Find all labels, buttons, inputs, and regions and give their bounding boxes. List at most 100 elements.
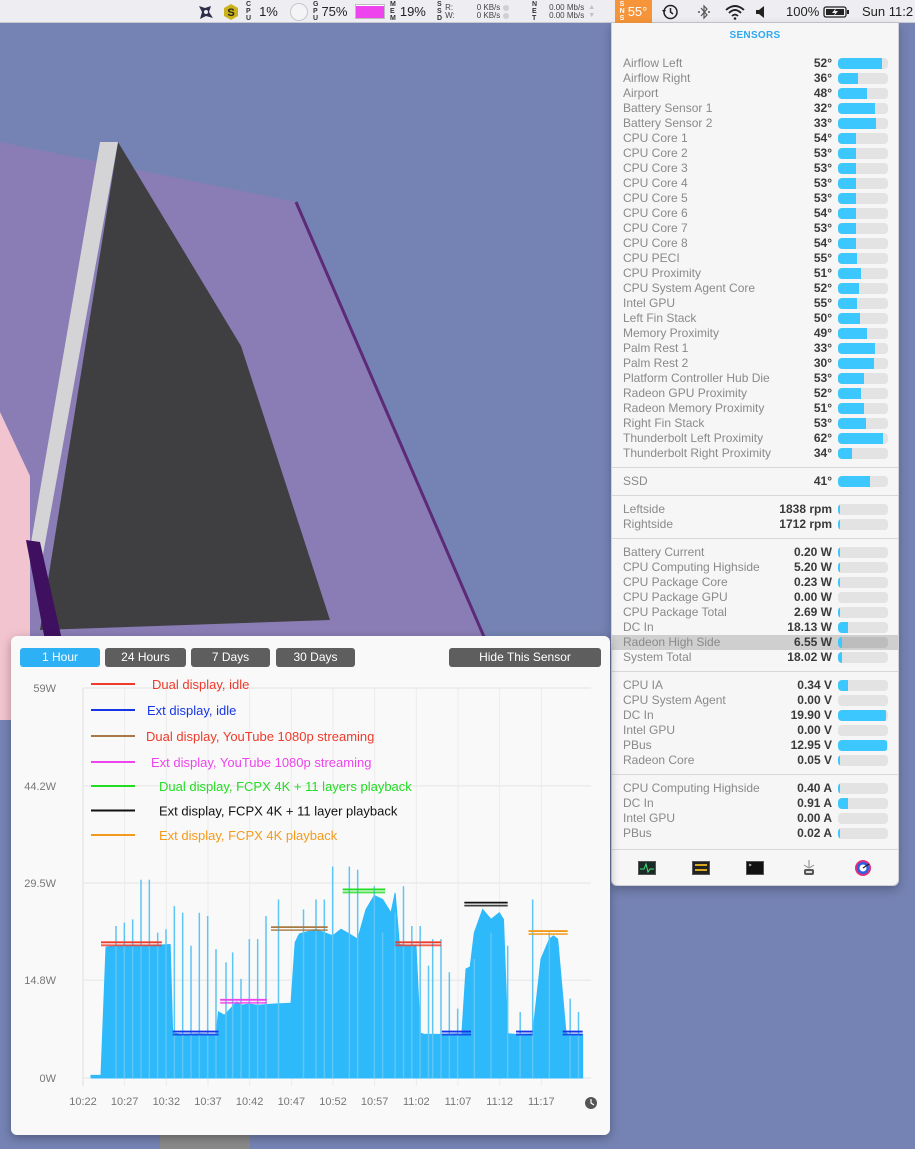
- sensor-row[interactable]: PBus 12.95 V: [612, 738, 898, 753]
- sensor-row[interactable]: Right Fin Stack 53°: [612, 416, 898, 431]
- s-badge-icon: S: [224, 3, 238, 20]
- sensor-name: Battery Sensor 1: [623, 101, 713, 115]
- sensor-row[interactable]: Airflow Right 36°: [612, 71, 898, 86]
- terminal-icon[interactable]: [746, 860, 764, 876]
- sensor-row[interactable]: CPU Core 8 54°: [612, 236, 898, 251]
- wifi-menu[interactable]: [725, 0, 745, 23]
- sensor-row[interactable]: CPU Package Total 2.69 W: [612, 605, 898, 620]
- sensor-row[interactable]: CPU Core 7 53°: [612, 221, 898, 236]
- sensor-name: Palm Rest 2: [623, 356, 689, 370]
- download-arrow-icon: ▼: [588, 11, 596, 19]
- sensor-row[interactable]: CPU Core 5 53°: [612, 191, 898, 206]
- menubar-mem[interactable]: MEM 19%: [355, 0, 426, 23]
- sensor-level-fill: [838, 710, 886, 721]
- sensor-value: 30°: [813, 356, 832, 370]
- sensor-row[interactable]: DC In 0.91 A: [612, 796, 898, 811]
- x-tick-label: 10:42: [236, 1096, 264, 1108]
- sensor-level-fill: [838, 607, 840, 618]
- sensor-level-bar: [838, 253, 888, 264]
- sensor-row[interactable]: CPU Core 3 53°: [612, 161, 898, 176]
- sensor-name: Battery Current: [623, 545, 705, 559]
- sensor-row[interactable]: Intel GPU 55°: [612, 296, 898, 311]
- menubar-sensor[interactable]: SNS 55°: [615, 0, 652, 23]
- sensor-row[interactable]: Battery Sensor 2 33°: [612, 116, 898, 131]
- volume-menu[interactable]: [755, 0, 767, 23]
- menubar-net[interactable]: NET 0.00 Mb/s 0.00 Mb/s ▲ ▼: [532, 0, 595, 23]
- sensor-name: CPU Package GPU: [623, 590, 728, 604]
- sensor-level-bar: [838, 193, 888, 204]
- sensor-level-bar: [838, 680, 888, 691]
- sensor-row[interactable]: CPU Core 4 53°: [612, 176, 898, 191]
- sensor-row[interactable]: Radeon GPU Proximity 52°: [612, 386, 898, 401]
- system-information-icon[interactable]: [800, 859, 818, 876]
- legend-label: Dual display, YouTube 1080p streaming: [146, 729, 374, 744]
- sensor-row[interactable]: Palm Rest 2 30°: [612, 356, 898, 371]
- clock-icon[interactable]: [585, 1097, 597, 1109]
- clock[interactable]: Sun 11:2: [862, 0, 913, 23]
- sensor-row[interactable]: Battery Sensor 1 32°: [612, 101, 898, 116]
- sensor-level-bar: [838, 519, 888, 530]
- activity-monitor-icon[interactable]: [638, 860, 656, 876]
- sensor-row[interactable]: CPU Package GPU 0.00 W: [612, 590, 898, 605]
- sensor-row[interactable]: DC In 18.13 W: [612, 620, 898, 635]
- sensor-name: Radeon High Side: [623, 635, 721, 649]
- sensor-row[interactable]: DC In 19.90 V: [612, 708, 898, 723]
- sensor-row[interactable]: CPU Proximity 51°: [612, 266, 898, 281]
- sensor-value: 53°: [813, 176, 832, 190]
- sensor-row[interactable]: Memory Proximity 49°: [612, 326, 898, 341]
- y-tick-label: 44.2W: [24, 781, 56, 793]
- sensor-row[interactable]: Rightside 1712 rpm: [612, 517, 898, 532]
- sensor-row[interactable]: Radeon High Side 6.55 W: [612, 635, 898, 650]
- sensor-row[interactable]: Thunderbolt Left Proximity 62°: [612, 431, 898, 446]
- sensor-row[interactable]: PBus 0.02 A: [612, 826, 898, 841]
- sensor-row[interactable]: CPU Computing Highside 0.40 A: [612, 781, 898, 796]
- menubar-s-item[interactable]: S: [222, 0, 240, 23]
- sensor-name: CPU Computing Highside: [623, 560, 760, 574]
- time-machine-menu[interactable]: [661, 0, 679, 23]
- sensor-row[interactable]: Battery Current 0.20 W: [612, 545, 898, 560]
- sensor-row[interactable]: Radeon Core 0.05 V: [612, 753, 898, 768]
- sensor-row[interactable]: Palm Rest 1 33°: [612, 341, 898, 356]
- sensor-row[interactable]: SSD 41°: [612, 474, 898, 489]
- sensor-row[interactable]: Platform Controller Hub Die 53°: [612, 371, 898, 386]
- sensor-row[interactable]: Airflow Left 52°: [612, 56, 898, 71]
- sensor-level-bar: [838, 783, 888, 794]
- sensor-row[interactable]: CPU System Agent Core 52°: [612, 281, 898, 296]
- menubar-app-item[interactable]: [197, 0, 215, 23]
- disk-utility-icon[interactable]: [854, 859, 872, 876]
- battery-menu[interactable]: 100%: [786, 0, 851, 23]
- sensor-row[interactable]: Leftside 1838 rpm: [612, 502, 898, 517]
- sensor-row[interactable]: Left Fin Stack 50°: [612, 311, 898, 326]
- sensor-level-bar: [838, 208, 888, 219]
- sensor-level-fill: [838, 58, 882, 69]
- sensor-name: Thunderbolt Right Proximity: [623, 446, 772, 460]
- legend-label: Ext display, FCPX 4K + 11 layer playback: [159, 804, 398, 819]
- sensor-name: DC In: [623, 796, 654, 810]
- menubar-cpu[interactable]: CPU 1%: [246, 0, 278, 23]
- sensor-row[interactable]: CPU PECI 55°: [612, 251, 898, 266]
- sensor-name: CPU Core 7: [623, 221, 688, 235]
- bluetooth-menu[interactable]: [697, 0, 711, 23]
- sensor-level-bar: [838, 163, 888, 174]
- sensor-row[interactable]: CPU IA 0.34 V: [612, 678, 898, 693]
- sensor-level-bar: [838, 504, 888, 515]
- sensor-row[interactable]: CPU System Agent 0.00 V: [612, 693, 898, 708]
- sensor-row[interactable]: Radeon Memory Proximity 51°: [612, 401, 898, 416]
- console-icon[interactable]: [692, 860, 710, 876]
- sensors-title: SENSORS: [729, 30, 781, 41]
- sensor-row[interactable]: Airport 48°: [612, 86, 898, 101]
- menubar-gpu[interactable]: GPU 75%: [290, 0, 347, 23]
- sensor-row[interactable]: Intel GPU 0.00 V: [612, 723, 898, 738]
- sensor-row[interactable]: Thunderbolt Right Proximity 34°: [612, 446, 898, 461]
- menubar-ssd[interactable]: SSD R: W: 0 KB/s 0 KB/s: [437, 0, 510, 23]
- sensor-groups: Airflow Left 52° Airflow Right 36° Airport 48…: [612, 44, 898, 847]
- sensor-row[interactable]: CPU Core 2 53°: [612, 146, 898, 161]
- sensor-row[interactable]: CPU Computing Highside 5.20 W: [612, 560, 898, 575]
- sensor-row[interactable]: CPU Core 1 54°: [612, 131, 898, 146]
- sensor-row[interactable]: Intel GPU 0.00 A: [612, 811, 898, 826]
- sensor-row[interactable]: CPU Package Core 0.23 W: [612, 575, 898, 590]
- sensor-value: 19.90 V: [790, 708, 832, 722]
- wifi-icon: [725, 4, 745, 20]
- sensor-row[interactable]: CPU Core 6 54°: [612, 206, 898, 221]
- sensor-row[interactable]: System Total 18.02 W: [612, 650, 898, 665]
